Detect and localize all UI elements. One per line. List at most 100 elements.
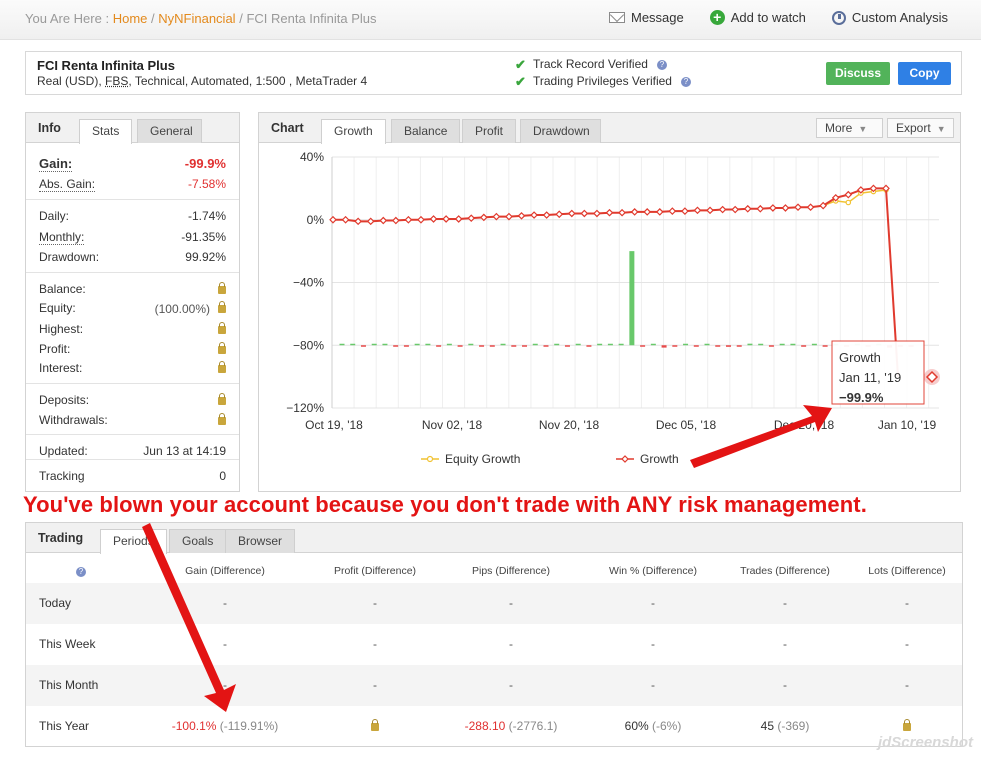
daily-label: Daily: bbox=[39, 209, 70, 223]
breadcrumb-separator: / bbox=[151, 11, 155, 26]
trading-privileges-verified: Trading Privileges Verified bbox=[533, 74, 672, 88]
lock-icon bbox=[218, 282, 226, 294]
custom-analysis-link[interactable]: Custom Analysis bbox=[831, 10, 948, 25]
breadcrumb: You Are Here : Home / NyNFinancial / FCI… bbox=[25, 11, 377, 26]
trading-panel: Trading Periods Goals Browser ? Gain (Di… bbox=[25, 522, 963, 747]
equity-row: Equity: (100.00%) bbox=[39, 301, 226, 316]
profit-bar bbox=[736, 345, 742, 347]
growth-chart[interactable]: 40% 0% −40% −80% −120% Oct 19, '18 Nov 02, '18… bbox=[259, 144, 960, 492]
lock-icon bbox=[218, 301, 226, 313]
add-to-watch-link[interactable]: + Add to watch bbox=[709, 10, 806, 25]
profit-bar bbox=[522, 345, 528, 347]
profit-bar bbox=[479, 345, 485, 347]
chart-tabs: Chart Growth Balance Profit Drawdown Mor… bbox=[259, 113, 960, 144]
tab-goals[interactable]: Goals bbox=[169, 529, 227, 553]
message-link[interactable]: Message bbox=[609, 10, 684, 25]
breadcrumb-section-link[interactable]: NyNFinancial bbox=[158, 11, 235, 26]
export-dropdown[interactable]: Export ▼ bbox=[887, 118, 954, 138]
profit-label: Profit: bbox=[39, 342, 71, 356]
lock-icon bbox=[218, 393, 226, 405]
tracking-label: Tracking bbox=[39, 469, 85, 483]
tab-browser[interactable]: Browser bbox=[225, 529, 296, 553]
account-name: FCI Renta Infinita Plus bbox=[37, 58, 175, 73]
cell-gain: -100.1% (-119.91%) bbox=[150, 719, 300, 733]
row-label: Today bbox=[39, 596, 72, 610]
tracking-value: 0 bbox=[219, 469, 226, 483]
gain-difference: (-119.91%) bbox=[219, 719, 279, 733]
tab-growth[interactable]: Growth bbox=[321, 119, 386, 144]
breadcrumb-home-link[interactable]: Home bbox=[113, 11, 148, 26]
plus-circle-icon: + bbox=[709, 10, 725, 25]
equity-percent: (100.00%) bbox=[154, 302, 210, 316]
trades-value: 45 bbox=[760, 719, 774, 733]
help-icon[interactable]: ? bbox=[656, 59, 667, 70]
interest-row: Interest: bbox=[39, 361, 226, 375]
cell-lots: - bbox=[905, 596, 909, 610]
withdrawals-row: Withdrawals: bbox=[39, 413, 226, 427]
checkmark-icon: ✔ bbox=[515, 57, 526, 72]
verification-status: ✔ Track Record Verified? ✔ Trading Privile… bbox=[515, 56, 691, 90]
profit-bar bbox=[822, 345, 828, 347]
profit-bar bbox=[554, 343, 560, 346]
tab-balance[interactable]: Balance bbox=[391, 119, 461, 143]
more-dropdown[interactable]: More ▼ bbox=[816, 118, 883, 138]
drawdown-row: Drawdown: 99.92% bbox=[39, 250, 226, 264]
cell-gain: - bbox=[223, 596, 227, 610]
gain-label: Gain: bbox=[39, 156, 73, 172]
info-tabs: Info Stats General bbox=[26, 113, 239, 144]
lock-icon bbox=[218, 361, 226, 373]
profit-bar bbox=[489, 345, 495, 347]
divider bbox=[26, 383, 239, 384]
breadcrumb-current: FCI Renta Infinita Plus bbox=[246, 11, 377, 26]
divider bbox=[26, 434, 239, 435]
x-tick-label: Dec 05, '18 bbox=[656, 418, 717, 432]
track-record-verified: Track Record Verified bbox=[533, 57, 648, 71]
gain-value: -100.1% bbox=[171, 719, 217, 733]
tab-profit[interactable]: Profit bbox=[462, 119, 517, 143]
updated-label: Updated: bbox=[39, 444, 88, 458]
profit-bar bbox=[446, 343, 452, 346]
profit-bar bbox=[543, 345, 549, 347]
profit-bar bbox=[693, 345, 699, 347]
table-row: This Week - - - - - - bbox=[26, 624, 962, 665]
profit-bar bbox=[650, 343, 656, 346]
lock-icon bbox=[218, 413, 226, 425]
abs-gain-label: Abs. Gain: bbox=[39, 177, 96, 192]
table-row: Today - - - - - - bbox=[26, 583, 962, 624]
broker-link[interactable]: FBS bbox=[105, 74, 128, 88]
cell-lots: - bbox=[905, 678, 909, 692]
profit-bar bbox=[758, 343, 764, 346]
help-icon[interactable]: ? bbox=[76, 567, 86, 577]
discuss-button[interactable]: Discuss bbox=[826, 62, 891, 85]
profit-bar bbox=[704, 343, 710, 346]
profit-bar bbox=[360, 345, 366, 347]
updated-row: Updated: Jun 13 at 14:19 bbox=[39, 444, 226, 458]
profit-bar bbox=[457, 345, 463, 347]
x-tick-label: Dec 20, '18 bbox=[774, 418, 835, 432]
help-icon[interactable]: ? bbox=[680, 76, 691, 87]
table-row: This Year -100.1% (-119.91%) -288.10 (-2… bbox=[26, 706, 962, 747]
account-details: , Technical, Automated, 1:500 , MetaTrad… bbox=[128, 74, 368, 88]
withdrawals-label: Withdrawals: bbox=[39, 413, 108, 427]
highest-label: Highest: bbox=[39, 322, 84, 336]
lock-icon bbox=[371, 719, 379, 731]
custom-analysis-label: Custom Analysis bbox=[851, 10, 948, 25]
tab-drawdown[interactable]: Drawdown bbox=[520, 119, 601, 143]
profit-bar bbox=[607, 343, 613, 346]
tab-stats[interactable]: Stats bbox=[79, 119, 133, 144]
cell-pips: -288.10 (-2776.1) bbox=[436, 719, 586, 733]
monthly-row: Monthly: -91.35% bbox=[39, 230, 226, 245]
profit-bar bbox=[672, 345, 678, 347]
legend-equity-marker bbox=[426, 455, 434, 463]
balance-row: Balance: bbox=[39, 282, 226, 296]
clock-icon bbox=[831, 10, 846, 25]
tab-general[interactable]: General bbox=[137, 119, 202, 143]
divider bbox=[26, 459, 239, 460]
divider bbox=[26, 199, 239, 200]
tab-periods[interactable]: Periods bbox=[100, 529, 167, 554]
x-tick-label: Nov 02, '18 bbox=[422, 418, 483, 432]
trades-difference: (-369) bbox=[777, 719, 810, 733]
copy-button[interactable]: Copy bbox=[898, 62, 951, 85]
cell-lots bbox=[832, 719, 981, 734]
legend-equity-label: Equity Growth bbox=[445, 452, 520, 466]
